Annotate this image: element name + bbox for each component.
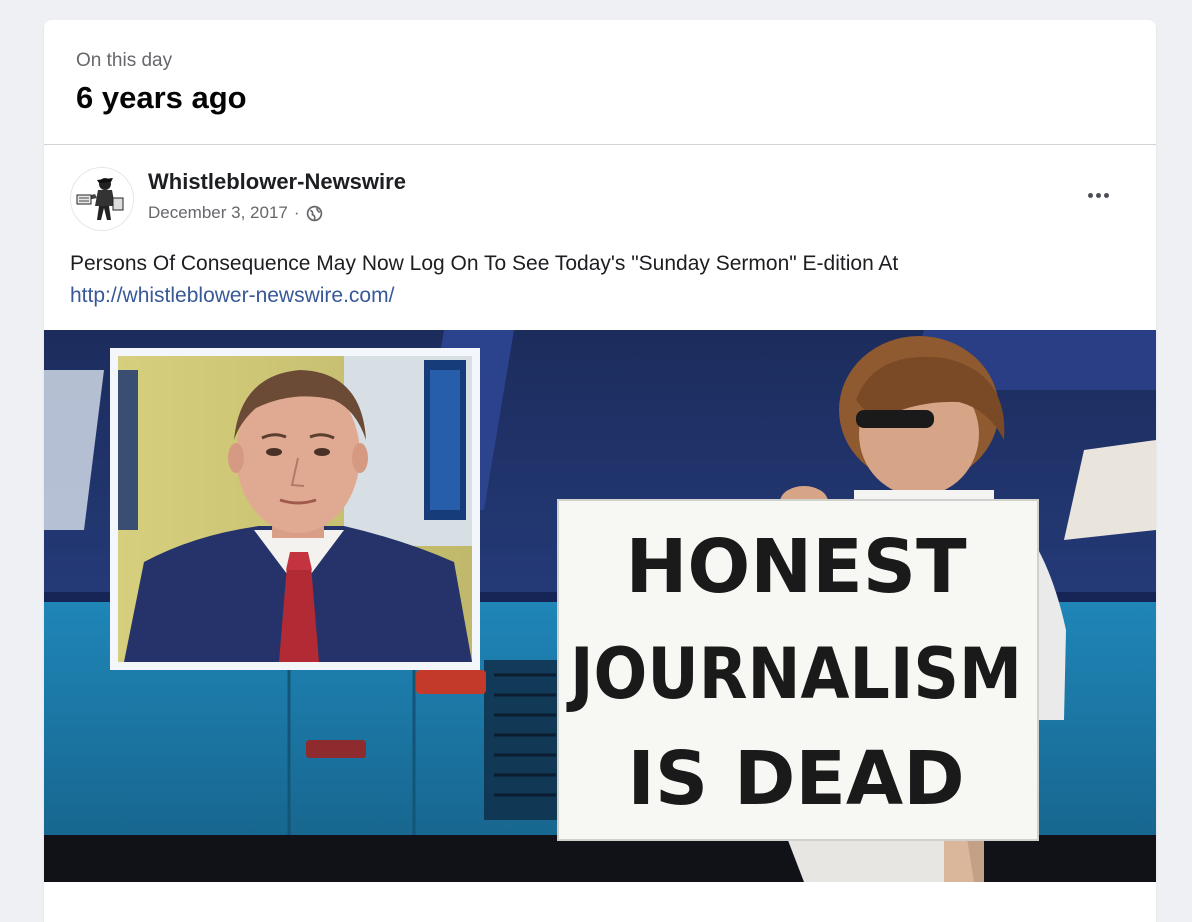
more-options-button[interactable] (1080, 183, 1116, 207)
post-header: Whistleblower-Newswire December 3, 2017 … (44, 145, 1156, 235)
newsboy-logo-icon (71, 168, 133, 230)
page-avatar[interactable] (70, 167, 134, 231)
post-date[interactable]: December 3, 2017 (148, 203, 288, 223)
post-photo: HONEST JOURNALISM IS DEAD (44, 330, 1156, 882)
more-dot (1095, 192, 1101, 198)
post-author[interactable]: Whistleblower-Newswire (148, 169, 406, 195)
post-image[interactable]: HONEST JOURNALISM IS DEAD (44, 330, 1156, 882)
post-text: Persons Of Consequence May Now Log On To… (70, 248, 1130, 312)
sign-line-3: IS DEAD (627, 736, 964, 822)
memory-header: On this day 6 years ago (44, 20, 1156, 145)
globe-icon (306, 205, 322, 221)
memory-kicker: On this day (76, 50, 173, 71)
more-options-icon (1087, 192, 1093, 198)
post-meta: December 3, 2017 · (148, 203, 323, 223)
sign-line-1: HONEST (625, 524, 967, 610)
sign-line-2: JOURNALISM (566, 633, 1022, 715)
more-dot (1103, 192, 1109, 198)
post-link[interactable]: http://whistleblower-newswire.com/ (70, 284, 394, 307)
post-body: Persons Of Consequence May Now Log On To… (70, 252, 899, 275)
memory-card: On this day 6 years ago Whistleblower-Ne… (44, 20, 1156, 922)
date-separator: · (293, 203, 300, 222)
memory-title: 6 years ago (76, 80, 247, 115)
